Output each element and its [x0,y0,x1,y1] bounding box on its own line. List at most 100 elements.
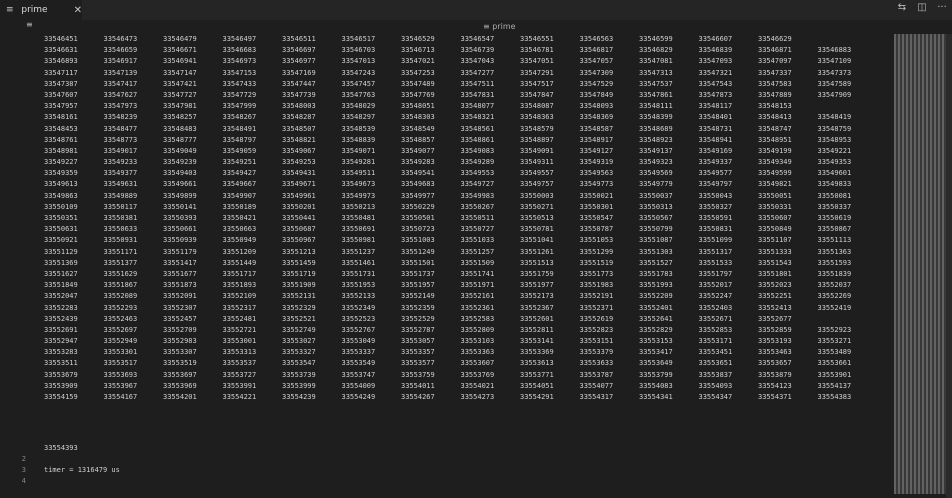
prime-value: 33549863 [44,191,78,200]
prime-value: 33553369 [520,348,554,357]
close-icon[interactable]: ✕ [74,5,82,16]
prime-value: 33550967 [282,236,316,245]
prime-value: 33551513 [520,258,554,267]
prime-value: 33552823 [579,325,614,334]
prime-value: 33550351 [44,214,78,222]
prime-value: 33553649 [639,359,673,368]
prime-value: 33550619 [817,214,852,222]
compare-changes-icon[interactable]: ⇆ [896,2,908,13]
prime-value: 33551087 [639,236,673,245]
prime-value: 33554341 [639,393,673,401]
prime-value: 33552149 [401,292,435,301]
prime-value: 33551801 [758,269,792,278]
prime-value: 33548399 [639,113,673,122]
breadcrumb-label: prime [492,22,516,31]
prime-value: 33553357 [401,348,435,357]
split-editor-icon[interactable]: ◫ [916,2,928,13]
prime-value: 33550337 [817,202,852,211]
breadcrumb-item-prime[interactable]: ≡ prime [483,22,516,31]
editor-actions: ⇆ ◫ ··· [896,2,948,13]
prime-value: 33548941 [698,135,733,144]
prime-value: 33546977 [282,57,316,66]
prime-value: 33552521 [282,314,316,323]
prime-value: 33552293 [103,303,138,312]
prime-value: 33549239 [163,158,197,167]
prime-value: 33550931 [103,236,138,245]
prime-value: 33547763 [341,90,376,99]
prime-value: 33552371 [579,303,614,312]
prime-value: 33547739 [282,90,316,99]
prime-value: 33549049 [163,146,197,155]
output-grid: 33546451 33546473 33546479 33546497 33546511… [44,34,890,403]
prime-value: 33551737 [401,269,435,278]
prime-value: 33550313 [639,202,673,211]
line-number: 3 [21,466,26,474]
prime-value: 33550271 [520,202,554,211]
prime-value: 33550867 [817,225,852,234]
prime-value: 33553769 [460,370,495,379]
output-row: 33547387 33547417 33547421 33547433 33547447… [44,79,890,90]
prime-value: 33547373 [817,68,852,77]
prime-value: 33547147 [163,68,197,77]
prime-value: 33553379 [579,348,614,357]
prime-value: 33546629 [758,35,792,43]
prime-value: 33546893 [44,57,78,66]
editor-area[interactable]: 33546451 33546473 33546479 33546497 33546511… [0,34,893,498]
prime-value: 33548759 [817,124,852,133]
prime-value: 33547291 [520,68,554,77]
prime-value: 33551041 [520,236,554,245]
prime-value: 33548003 [282,102,316,111]
prime-value: 33546511 [282,35,316,43]
prime-value: 33547847 [520,90,554,99]
tab-prime[interactable]: ≡ prime ✕ [0,0,82,20]
prime-value: 33552251 [758,292,792,301]
prime-value: 33549199 [758,146,792,155]
prime-value: 33552677 [758,314,792,323]
prime-value: 33553613 [520,359,554,368]
prime-value: 33547243 [341,68,376,77]
prime-value: 33549083 [460,146,495,155]
prime-value: 33550381 [103,214,138,222]
prime-value: 33548483 [163,124,197,133]
prime-value: 33552809 [460,325,495,334]
prime-value: 33547169 [282,68,316,77]
prime-value: 33547417 [103,79,138,88]
prime-value: 33546883 [817,46,852,55]
prime-value: 33553057 [401,337,435,346]
prime-value: 33553171 [698,337,733,346]
prime-value: 33550661 [163,225,197,234]
prime-value: 33546551 [520,35,554,43]
prime-value: 33550141 [163,202,197,211]
prime-value: 33552247 [698,292,733,301]
vertical-scrollbar[interactable] [946,34,952,498]
prime-value: 33551249 [401,247,435,256]
prime-value: 33553799 [639,370,673,379]
prime-value: 33549227 [44,158,78,167]
prime-value: 33548549 [401,124,435,133]
prime-value: 33546871 [758,46,792,55]
prime-value: 33553049 [341,337,376,346]
prime-value: 33549359 [44,169,78,178]
line-number: 2 [21,455,26,463]
minimap[interactable] [894,34,946,494]
prime-value: 33548491 [222,124,257,133]
prime-value: 33547117 [44,68,78,77]
prime-value: 33550921 [44,236,78,245]
prime-value: 33547043 [460,57,495,66]
prime-value: 33550301 [579,202,614,211]
prime-value: 33550949 [222,236,257,245]
prime-value: 33550981 [341,236,376,245]
prime-value: 33547139 [103,68,138,77]
prime-value: 33552583 [460,314,495,323]
prime-value: 33551893 [222,281,257,290]
more-actions-icon[interactable]: ··· [936,2,948,13]
prime-value: 33552161 [460,292,495,301]
prime-value: 33553901 [817,370,852,379]
prime-value: 33547321 [698,68,733,77]
prime-value: 33549071 [341,146,376,155]
prime-value: 33546817 [579,46,614,55]
prime-value: 33550109 [44,202,78,211]
prime-value: 33548239 [103,113,138,122]
prime-value: 33549899 [163,191,197,200]
prime-value: 33554249 [341,393,376,401]
